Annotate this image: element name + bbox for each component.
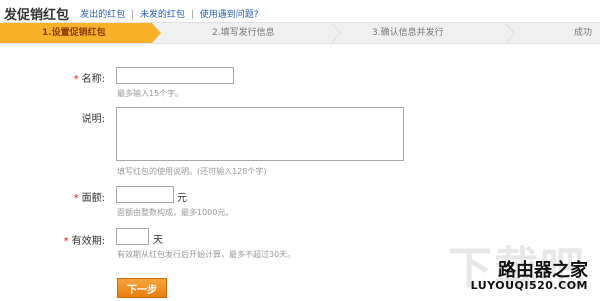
step-arrow bbox=[505, 23, 514, 43]
step-arrow bbox=[331, 23, 340, 43]
unsent-packets-link[interactable]: 未发的红包 bbox=[140, 10, 185, 20]
amount-unit: 元 bbox=[177, 193, 187, 204]
sent-packets-link[interactable]: 发出的红包 bbox=[80, 10, 125, 20]
required-marker: * bbox=[73, 74, 79, 85]
link-separator: | bbox=[190, 10, 194, 20]
name-label: * 名称: bbox=[73, 74, 105, 85]
help-link[interactable]: 使用遇到问题? bbox=[200, 10, 259, 20]
validity-input[interactable] bbox=[116, 228, 149, 245]
header: 发促销红包 发出的红包 | 未发的红包 | 使用遇到问题? bbox=[4, 3, 259, 23]
step-1-active: 1.设置促销红包 bbox=[0, 23, 152, 43]
validity-unit: 天 bbox=[153, 235, 163, 246]
amount-label: * 面额: bbox=[73, 193, 105, 204]
name-hint: 最多输入15个字。 bbox=[117, 89, 184, 98]
step-progress-bar: 1.设置促销红包 2.填写发行信息 3.确认信息并发行 成功 bbox=[0, 22, 600, 44]
validity-label: * 有效期: bbox=[63, 236, 105, 247]
header-links: 发出的红包 | 未发的红包 | 使用遇到问题? bbox=[80, 10, 258, 20]
amount-hint: 面额由整数构成，最多1000元。 bbox=[117, 208, 234, 217]
required-marker: * bbox=[73, 193, 79, 204]
step-4: 成功 bbox=[574, 28, 593, 38]
step-arrow bbox=[152, 23, 161, 43]
page-title: 发促销红包 bbox=[4, 8, 70, 23]
step-2: 2.填写发行信息 bbox=[212, 28, 275, 38]
name-input[interactable] bbox=[116, 67, 234, 84]
description-textarea[interactable] bbox=[116, 107, 404, 161]
description-label: 说明: bbox=[81, 114, 105, 125]
link-separator: | bbox=[131, 10, 135, 20]
watermark-url: LUYOUQI520.COM bbox=[470, 279, 588, 292]
step-3: 3.确认信息并发行 bbox=[372, 28, 444, 38]
description-hint: 填写红包的使用说明。(还可输入128个字) bbox=[117, 167, 267, 176]
validity-hint: 有效期从红包发行后开始计算，最多不超过30天。 bbox=[117, 250, 296, 259]
next-step-button[interactable]: 下一步 bbox=[117, 278, 167, 298]
required-marker: * bbox=[63, 236, 69, 247]
amount-input[interactable] bbox=[116, 186, 174, 203]
